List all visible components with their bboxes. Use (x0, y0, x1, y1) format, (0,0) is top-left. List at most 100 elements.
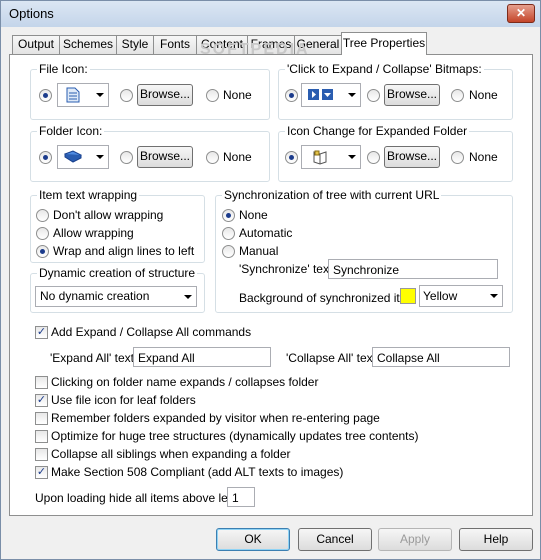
expanded-folder-custom-radio[interactable] (285, 151, 298, 164)
file-icon-browse-radio[interactable] (120, 89, 133, 102)
hide-level-input[interactable]: 1 (227, 487, 255, 507)
leaf-icon-checkbox[interactable]: ✓ (35, 394, 48, 407)
optimize-huge-checkbox[interactable] (35, 430, 48, 443)
tree-properties-panel: SOFTPEDIA File Icon: Browse... None 'Cli… (9, 41, 533, 516)
expand-bitmaps-picker[interactable] (301, 83, 361, 107)
expanded-folder-title: Icon Change for Expanded Folder (285, 124, 470, 138)
file-page-icon (66, 87, 80, 103)
chevron-down-icon (96, 93, 104, 97)
tab-tree-properties[interactable]: Tree Properties (341, 32, 427, 55)
folder-icon-title: Folder Icon: (37, 124, 105, 138)
tab-output[interactable]: Output (12, 35, 60, 54)
expanded-folder-picker[interactable] (301, 145, 361, 169)
tab-fonts[interactable]: Fonts (153, 35, 197, 54)
sync-group: Synchronization of tree with current URL… (215, 188, 513, 313)
folder-icon-none-radio[interactable] (206, 151, 219, 164)
help-button[interactable]: Help (459, 528, 533, 551)
tab-schemes[interactable]: Schemes (59, 35, 117, 54)
wrap-align-radio[interactable] (36, 245, 49, 258)
collapse-siblings-checkbox[interactable] (35, 448, 48, 461)
folder-click-label: Clicking on folder name expands / collap… (51, 375, 319, 389)
folder-icon-group: Folder Icon: Browse... None (30, 124, 270, 182)
file-icon-picker[interactable] (57, 83, 109, 107)
expanded-folder-none-label: None (469, 150, 498, 164)
sync-manual-radio[interactable] (222, 245, 235, 258)
expanded-folder-browse-button[interactable]: Browse... (384, 146, 440, 168)
wrapping-group: Item text wrapping Don't allow wrapping … (30, 188, 205, 263)
file-icon-none-radio[interactable] (206, 89, 219, 102)
file-icon-title: File Icon: (37, 62, 90, 76)
expand-text-label: 'Expand All' text: (50, 351, 138, 365)
browse-label: Browse... (139, 149, 190, 163)
chevron-down-icon (348, 155, 356, 159)
folder-click-checkbox[interactable] (35, 376, 48, 389)
close-button[interactable]: ✕ (507, 4, 535, 23)
section-508-label: Make Section 508 Compliant (add ALT text… (51, 465, 344, 479)
expand-all-label: Add Expand / Collapse All commands (51, 325, 252, 339)
watermark: SOFTPEDIA (200, 41, 310, 58)
sync-bg-label: Background of synchronized item (239, 291, 417, 305)
file-icon-custom-radio[interactable] (39, 89, 52, 102)
collapse-text-label: 'Collapse All' text: (286, 351, 380, 365)
sync-text-label: 'Synchronize' text: (239, 262, 336, 276)
chevron-down-icon (348, 93, 356, 97)
expand-bitmaps-title: 'Click to Expand / Collapse' Bitmaps: (285, 62, 484, 76)
folder-icon-browse-radio[interactable] (120, 151, 133, 164)
browse-label: Browse... (139, 87, 190, 101)
expand-bitmaps-none-radio[interactable] (451, 89, 464, 102)
sync-text-input[interactable]: Synchronize (328, 259, 498, 279)
ok-label: OK (244, 532, 262, 546)
chevron-down-icon (490, 294, 498, 298)
wrap-allow-radio[interactable] (36, 227, 49, 240)
sync-automatic-radio[interactable] (222, 227, 235, 240)
book-folder-icon (64, 150, 82, 163)
apply-button[interactable]: Apply (378, 528, 452, 551)
window-title: Options (9, 6, 54, 21)
dynamic-creation-select[interactable]: No dynamic creation (35, 286, 197, 307)
cancel-label: Cancel (316, 532, 354, 546)
section-508-checkbox[interactable]: ✓ (35, 466, 48, 479)
folder-icon-custom-radio[interactable] (39, 151, 52, 164)
sync-manual-label: Manual (239, 244, 279, 258)
chevron-down-icon (184, 294, 192, 299)
collapse-text-input[interactable]: Collapse All (372, 347, 510, 367)
expand-bitmaps-browse-button[interactable]: Browse... (384, 84, 440, 106)
sync-bg-swatch (400, 288, 416, 304)
expand-collapse-bitmap-icon (308, 89, 333, 100)
folder-icon-picker[interactable] (57, 145, 109, 169)
optimize-huge-label: Optimize for huge tree structures (dynam… (51, 429, 419, 443)
remember-folders-checkbox[interactable] (35, 412, 48, 425)
folder-icon-none-label: None (223, 150, 252, 164)
file-icon-browse-button[interactable]: Browse... (137, 84, 193, 106)
ok-button[interactable]: OK (216, 528, 290, 551)
leaf-icon-label: Use file icon for leaf folders (51, 393, 196, 407)
sync-bg-select[interactable]: Yellow (419, 285, 503, 307)
dynamic-group: Dynamic creation of structure No dynamic… (30, 266, 205, 313)
sync-title: Synchronization of tree with current URL (222, 188, 442, 202)
expanded-folder-browse-radio[interactable] (367, 151, 380, 164)
chevron-down-icon (96, 155, 104, 159)
open-book-icon (313, 150, 327, 165)
wrap-none-radio[interactable] (36, 209, 49, 222)
sync-none-label: None (239, 208, 268, 222)
expand-bitmaps-browse-radio[interactable] (367, 89, 380, 102)
cancel-button[interactable]: Cancel (298, 528, 372, 551)
hide-level-label: Upon loading hide all items above level (35, 491, 244, 505)
expand-bitmaps-custom-radio[interactable] (285, 89, 298, 102)
expanded-folder-none-radio[interactable] (451, 151, 464, 164)
tab-style[interactable]: Style (116, 35, 154, 54)
folder-icon-browse-button[interactable]: Browse... (137, 146, 193, 168)
expand-bitmaps-none-label: None (469, 88, 498, 102)
file-icon-group: File Icon: Browse... None (30, 62, 270, 120)
browse-label: Browse... (386, 149, 437, 163)
file-icon-none-label: None (223, 88, 252, 102)
expand-all-checkbox[interactable]: ✓ (35, 326, 48, 339)
sync-bg-value: Yellow (423, 289, 458, 303)
collapse-siblings-label: Collapse all siblings when expanding a f… (51, 447, 291, 461)
sync-automatic-label: Automatic (239, 226, 293, 240)
expand-text-input[interactable]: Expand All (133, 347, 271, 367)
title-bar[interactable]: Options ✕ (1, 1, 540, 27)
browse-label: Browse... (386, 87, 437, 101)
wrap-allow-label: Allow wrapping (53, 226, 134, 240)
sync-none-radio[interactable] (222, 209, 235, 222)
